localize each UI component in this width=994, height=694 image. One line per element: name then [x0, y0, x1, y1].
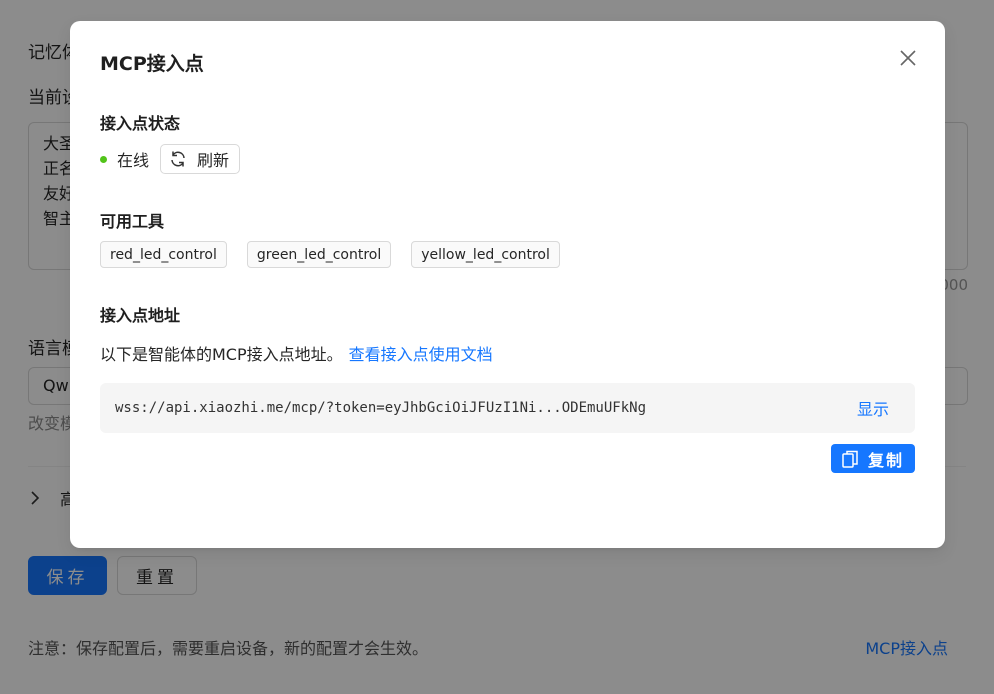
- address-description: 以下是智能体的MCP接入点地址。 查看接入点使用文档: [100, 341, 493, 365]
- refresh-icon: [171, 151, 185, 167]
- online-status-dot: [100, 155, 107, 163]
- tools-section-title: 可用工具: [100, 212, 165, 231]
- description-text: 以下是智能体的MCP接入点地址。: [100, 345, 343, 364]
- refresh-button[interactable]: 刷新: [160, 144, 241, 174]
- tool-tag: green_led_control: [246, 241, 392, 268]
- mcp-endpoint-dialog: MCP接入点 接入点状态 在线 刷新 可用工具 red_led_control …: [70, 21, 945, 548]
- status-text: 在线: [117, 151, 150, 170]
- dialog-title: MCP接入点: [100, 53, 204, 75]
- status-section-title: 接入点状态: [100, 114, 181, 133]
- tool-tag: red_led_control: [100, 241, 227, 268]
- status-row: 在线 刷新: [100, 144, 241, 174]
- tool-tag: yellow_led_control: [411, 241, 560, 268]
- refresh-label: 刷新: [197, 151, 230, 170]
- endpoint-url: wss://api.xiaozhi.me/mcp/?token=eyJhbGci…: [115, 400, 647, 416]
- close-button[interactable]: [893, 43, 923, 73]
- address-section-title: 接入点地址: [100, 306, 181, 325]
- close-icon: [900, 50, 916, 66]
- tools-list: red_led_control green_led_control yellow…: [100, 241, 580, 268]
- show-token-button[interactable]: 显示: [857, 396, 889, 420]
- copy-icon: [842, 450, 858, 468]
- endpoint-url-box: wss://api.xiaozhi.me/mcp/?token=eyJhbGci…: [100, 383, 915, 433]
- copy-label: 复制: [867, 450, 904, 470]
- copy-button[interactable]: 复制: [830, 444, 915, 473]
- docs-link[interactable]: 查看接入点使用文档: [349, 345, 493, 364]
